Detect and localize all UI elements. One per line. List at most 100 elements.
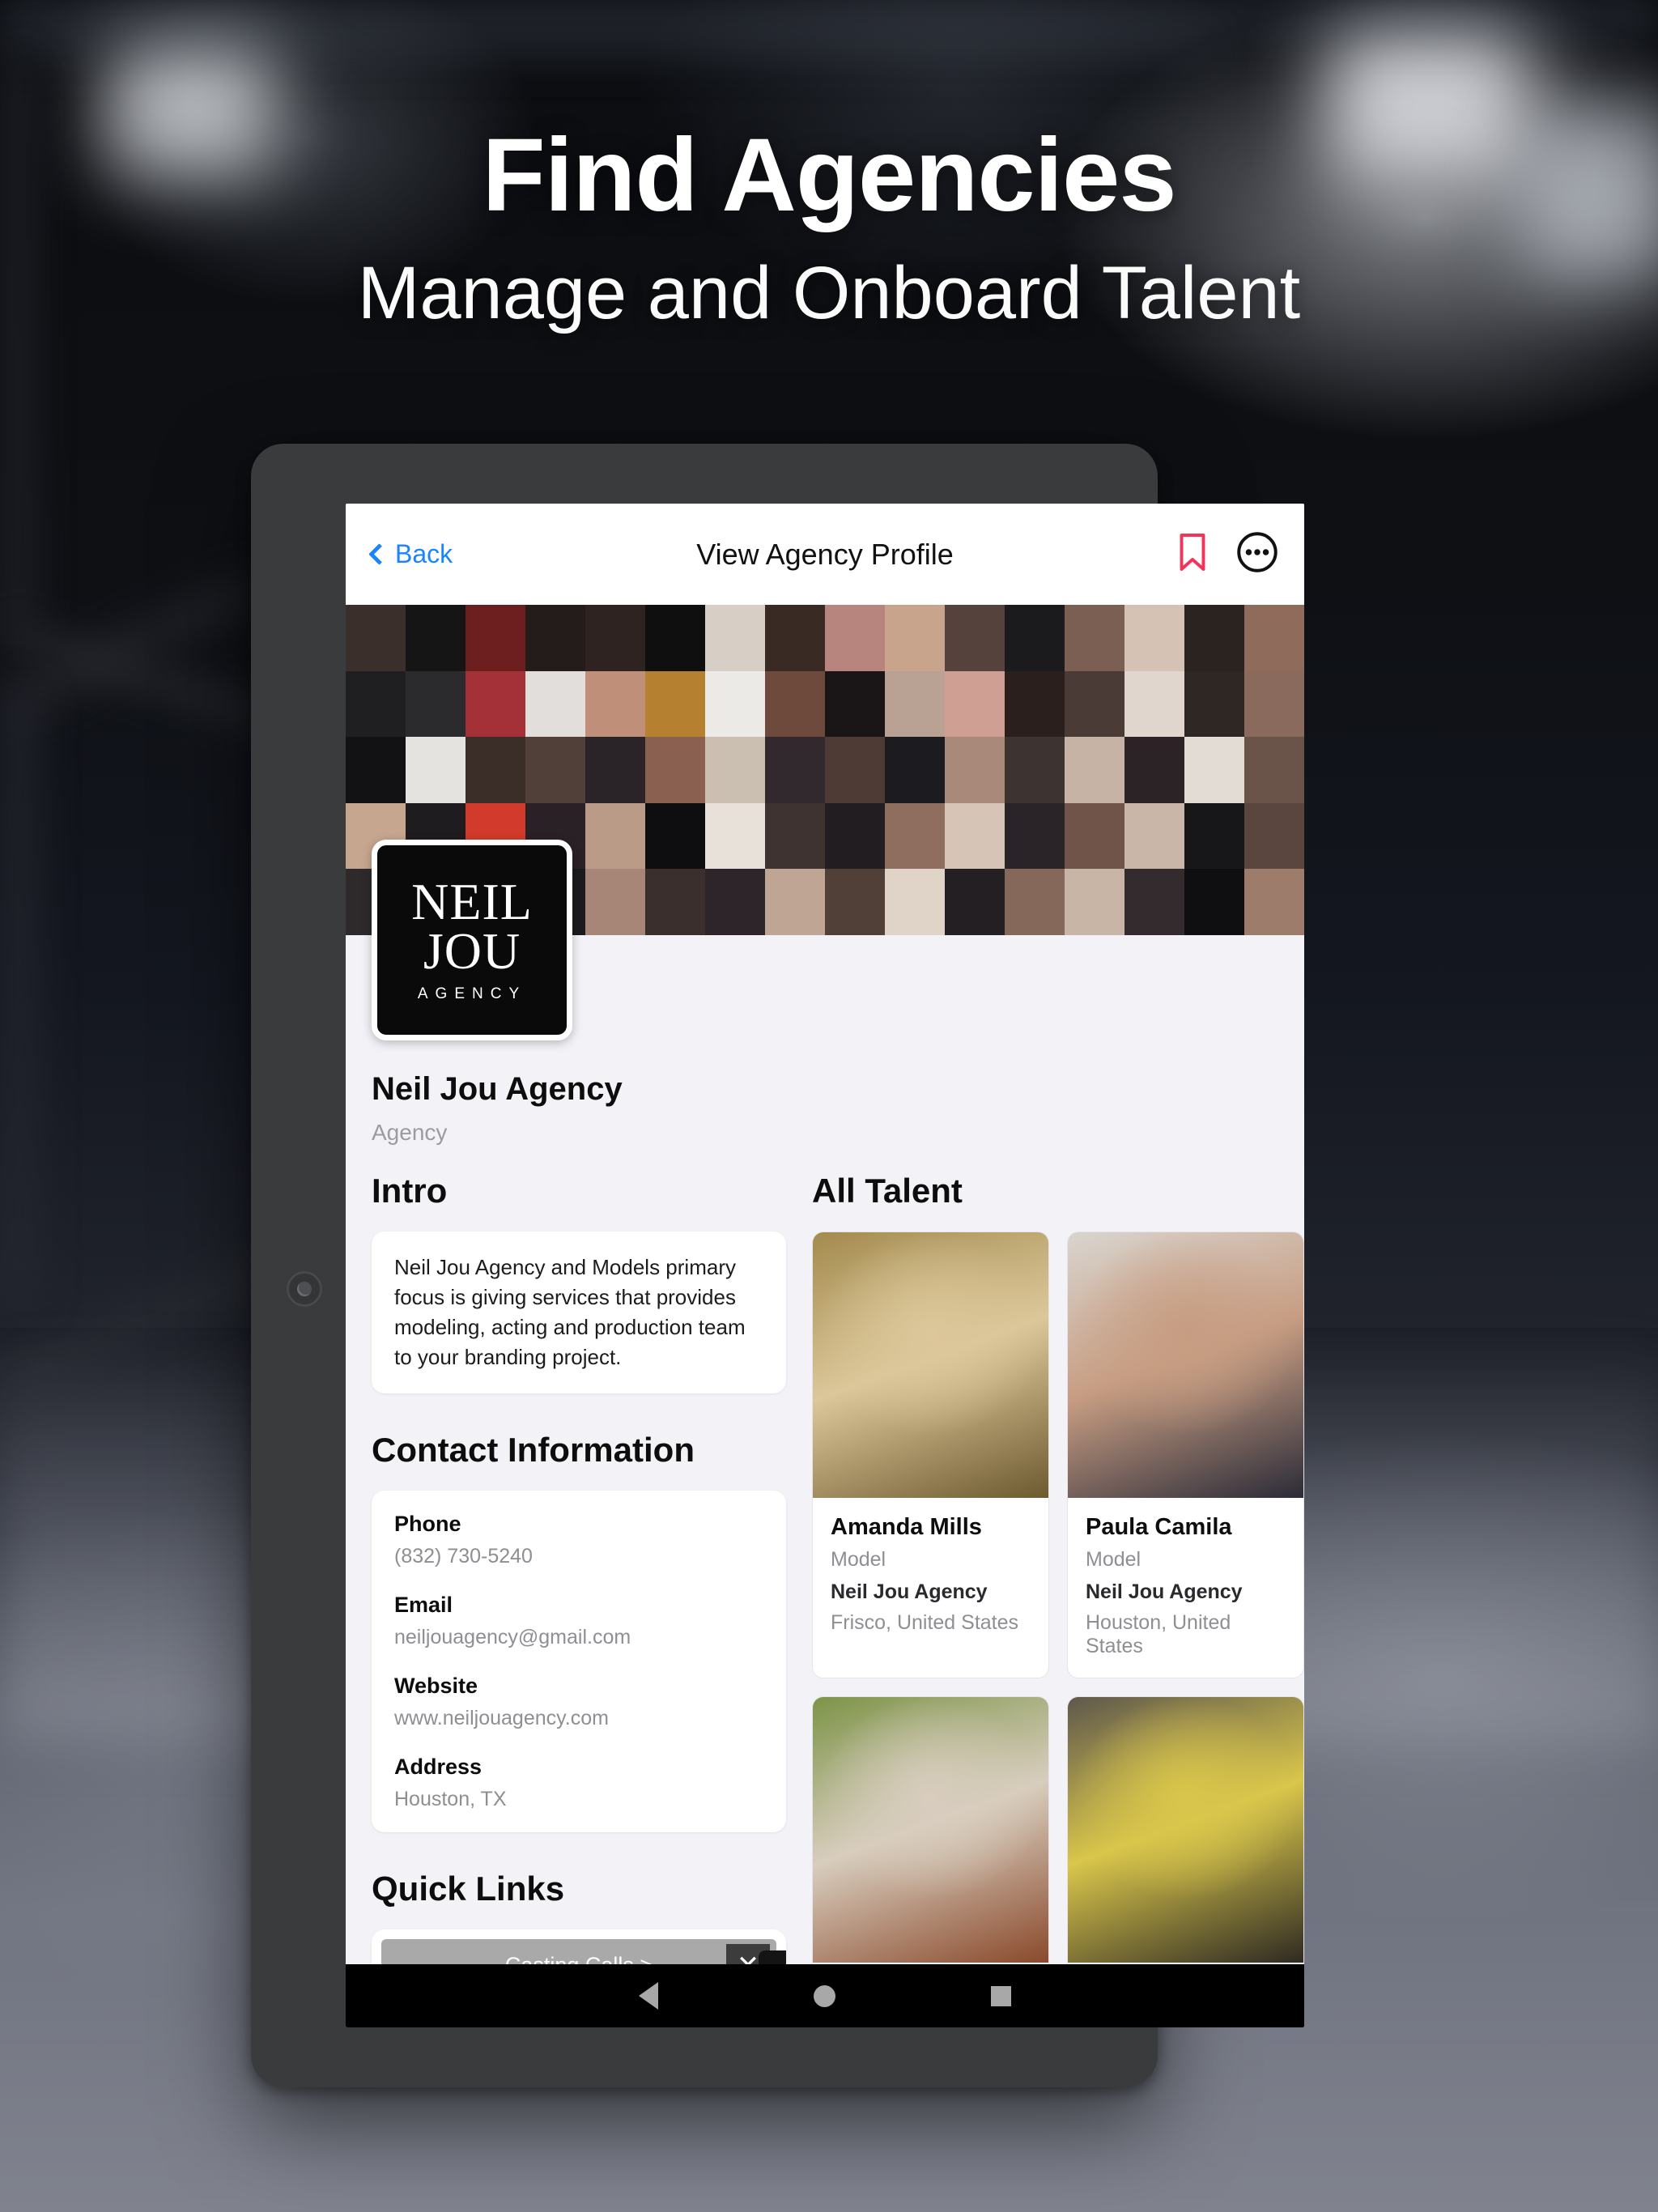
collage-tile (765, 670, 825, 738)
contact-field-value[interactable]: Houston, TX (394, 1788, 763, 1811)
talent-location: Frisco, United States (831, 1611, 1019, 1634)
collage-tile (466, 605, 525, 671)
collage-tile (1065, 605, 1124, 671)
back-button[interactable]: Back (368, 539, 453, 569)
light-stand-right (0, 690, 37, 1305)
collage-tile (406, 737, 466, 803)
collage-tile (1184, 737, 1244, 803)
collage-tile (585, 670, 645, 738)
agency-profile-body: NEIL JOU AGENCY Neil Jou Agency Agency I… (346, 840, 1304, 2027)
agency-name: Neil Jou Agency (372, 1071, 623, 1107)
talent-photo (1068, 1232, 1303, 1498)
page-title: View Agency Profile (696, 537, 954, 571)
collage-tile (765, 802, 825, 870)
contact-field-value[interactable]: (832) 730-5240 (394, 1545, 763, 1568)
bookmark-icon[interactable] (1178, 533, 1207, 576)
studio-ceiling-rail-2 (0, 37, 1214, 62)
collage-tile (525, 670, 585, 738)
collage-tile (645, 670, 705, 738)
android-home-icon[interactable] (814, 1984, 835, 2007)
collage-tile (705, 605, 765, 671)
contact-card: Phone (832) 730-5240 Email neiljouagency@gm… (372, 1490, 786, 1832)
collage-tile (945, 670, 1005, 738)
android-back-icon[interactable] (639, 1982, 658, 2010)
android-recents-icon[interactable] (991, 1985, 1011, 2006)
talent-agency: Neil Jou Agency (831, 1580, 988, 1603)
contact-field-label: Phone (394, 1511, 461, 1536)
talent-photo (813, 1232, 1048, 1498)
collage-tile (945, 737, 1005, 803)
collage-tile (1184, 869, 1244, 935)
left-column: Intro Neil Jou Agency and Models primary… (346, 1172, 812, 2027)
collage-tile (885, 737, 945, 803)
device-screen: Back View Agency Profile NEIL JOU AGENCY… (346, 504, 1304, 2027)
chevron-left-icon (368, 543, 390, 565)
talent-photo (1068, 1697, 1303, 1963)
talent-name: Paula Camila (1086, 1514, 1232, 1540)
contact-field-label: Email (394, 1592, 453, 1617)
collage-tile (705, 737, 765, 803)
intro-text: Neil Jou Agency and Models primary focus… (394, 1255, 746, 1369)
collage-tile (1184, 802, 1244, 870)
collage-tile (346, 670, 406, 738)
collage-tile (645, 869, 705, 935)
collage-tile (645, 802, 705, 870)
collage-tile (466, 670, 525, 738)
collage-tile (825, 605, 885, 671)
collage-tile (585, 605, 645, 671)
collage-tile (1184, 605, 1244, 671)
studio-ceiling-rail (0, 0, 1658, 37)
talent-location: Houston, United States (1086, 1611, 1231, 1657)
contact-field-value[interactable]: www.neiljouagency.com (394, 1707, 763, 1730)
collage-tile (1124, 802, 1184, 870)
collage-tile (1005, 737, 1065, 803)
collage-tile (1005, 605, 1065, 671)
collage-tile (525, 605, 585, 671)
more-options-icon[interactable] (1236, 531, 1278, 577)
agency-logo: NEIL JOU AGENCY (372, 840, 572, 1040)
header-actions (1178, 531, 1278, 577)
contact-field-label: Address (394, 1754, 483, 1779)
collage-tile (406, 670, 466, 738)
collage-tile (585, 869, 645, 935)
collage-tile (645, 737, 705, 803)
collage-tile (885, 670, 945, 738)
talent-photo (813, 1697, 1048, 1963)
talent-card[interactable]: Amanda Mills Model Neil Jou Agency Frisco, … (812, 1231, 1049, 1678)
collage-tile (1184, 670, 1244, 738)
collage-tile (705, 802, 765, 870)
collage-tile (765, 737, 825, 803)
talent-agency: Neil Jou Agency (1086, 1580, 1243, 1603)
talent-card[interactable]: Paula Camila Model Neil Jou Agency Houston,… (1067, 1231, 1304, 1678)
collage-tile (346, 605, 406, 671)
talent-grid: Amanda Mills Model Neil Jou Agency Frisco, … (812, 1231, 1304, 2027)
talent-info: Paula Camila Model Neil Jou Agency Houston,… (1068, 1498, 1303, 1678)
collage-tile (346, 737, 406, 803)
collage-tile (765, 869, 825, 935)
collage-tile (825, 802, 885, 870)
contact-field: Website www.neiljouagency.com (394, 1674, 763, 1730)
contact-field: Phone (832) 730-5240 (394, 1512, 763, 1568)
front-camera-icon (287, 1271, 322, 1307)
collage-tile (825, 869, 885, 935)
collage-tile (406, 605, 466, 671)
intro-card: Neil Jou Agency and Models primary focus… (372, 1231, 786, 1393)
collage-tile (945, 802, 1005, 870)
collage-tile (1124, 869, 1184, 935)
back-button-label: Back (395, 539, 453, 568)
contact-field-value[interactable]: neiljouagency@gmail.com (394, 1626, 763, 1649)
collage-tile (585, 802, 645, 870)
right-column: All Talent Amanda Mills Model Neil Jou Age… (812, 1172, 1304, 2027)
agency-logo-line-2: JOU (423, 922, 521, 980)
collage-tile (466, 737, 525, 803)
collage-tile (1124, 670, 1184, 738)
collage-tile (1065, 869, 1124, 935)
collage-tile (1065, 737, 1124, 803)
collage-tile (885, 869, 945, 935)
collage-tile (945, 869, 1005, 935)
talent-role: Model (1086, 1548, 1141, 1571)
collage-tile (1244, 802, 1304, 870)
app-header: Back View Agency Profile (346, 504, 1304, 605)
hero-subtitle: Manage and Onboard Talent (357, 252, 1301, 335)
talent-info: Amanda Mills Model Neil Jou Agency Frisco, … (813, 1498, 1048, 1654)
